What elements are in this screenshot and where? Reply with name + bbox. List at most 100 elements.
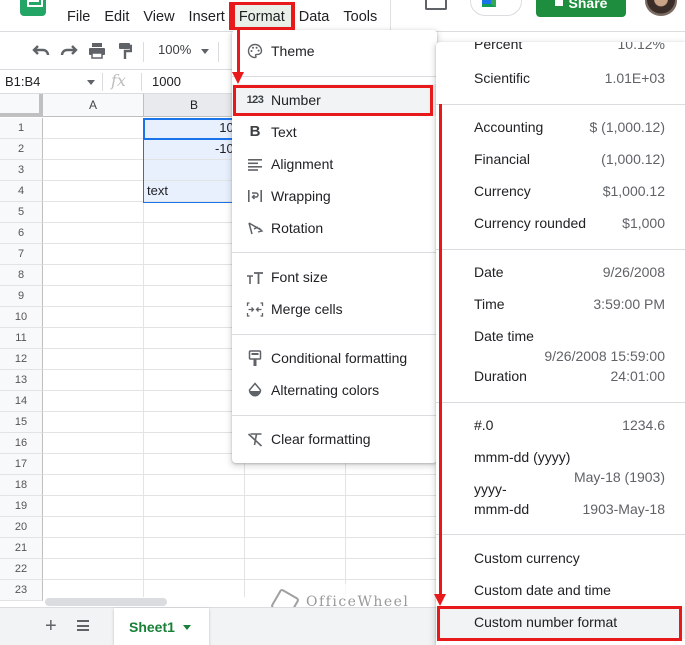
cell[interactable] — [43, 349, 144, 370]
cell[interactable] — [245, 517, 346, 538]
cell[interactable] — [144, 328, 245, 349]
menu-item-alignment[interactable]: Alignment — [232, 148, 437, 180]
cell[interactable] — [144, 349, 245, 370]
cell[interactable] — [43, 559, 144, 580]
all-sheets-list-icon[interactable] — [77, 620, 89, 631]
menu-item-date-time[interactable]: Date time 9/26/2008 15:59:00 — [436, 328, 685, 368]
menu-data[interactable]: Data — [292, 5, 337, 27]
paint-format-icon[interactable] — [118, 42, 132, 60]
print-icon[interactable] — [88, 42, 106, 60]
cell[interactable] — [43, 286, 144, 307]
formula-input[interactable]: 1000 — [152, 74, 181, 89]
menu-item-duration[interactable]: Duration 24:01:00 — [436, 368, 685, 388]
undo-icon[interactable] — [32, 44, 50, 58]
column-header-a[interactable]: A — [43, 94, 144, 117]
menu-item-time[interactable]: Time 3:59:00 PM — [436, 296, 685, 316]
cell[interactable] — [43, 538, 144, 559]
add-sheet-button[interactable]: + — [45, 615, 57, 638]
cell[interactable] — [43, 496, 144, 517]
menu-item-custom-decimal[interactable]: #.0 1234.6 — [436, 417, 685, 437]
cell[interactable] — [43, 160, 144, 181]
cell[interactable] — [144, 454, 245, 475]
cell[interactable] — [43, 223, 144, 244]
row-header[interactable]: 21 — [0, 538, 43, 559]
cell[interactable] — [144, 517, 245, 538]
cell[interactable] — [245, 475, 346, 496]
cell[interactable] — [144, 202, 245, 223]
sheet-tab[interactable]: Sheet1 — [114, 608, 209, 645]
comment-icon[interactable] — [425, 0, 447, 10]
cell[interactable] — [144, 559, 245, 580]
menu-item-yyyy-mmm-dd[interactable]: yyyy- mmm-dd 1903-May-18 — [436, 481, 685, 521]
row-header[interactable]: 5 — [0, 202, 43, 223]
cell[interactable] — [144, 223, 245, 244]
row-header[interactable]: 12 — [0, 349, 43, 370]
avatar[interactable] — [645, 0, 677, 16]
redo-icon[interactable] — [60, 44, 78, 58]
cell-b3[interactable] — [144, 160, 245, 181]
cell[interactable] — [43, 265, 144, 286]
chevron-down-icon[interactable] — [87, 80, 95, 85]
cell[interactable] — [43, 202, 144, 223]
row-header[interactable]: 15 — [0, 412, 43, 433]
menu-item-currency[interactable]: Currency $1,000.12 — [436, 183, 685, 203]
cell[interactable] — [346, 538, 447, 559]
menu-item-conditional-formatting[interactable]: Conditional formatting — [232, 342, 437, 374]
cell[interactable] — [144, 265, 245, 286]
cell[interactable] — [43, 475, 144, 496]
row-header[interactable]: 7 — [0, 244, 43, 265]
menu-item-wrapping[interactable]: Wrapping — [232, 180, 437, 212]
menu-item-theme[interactable]: Theme — [232, 35, 437, 67]
menu-file[interactable]: File — [60, 5, 97, 27]
row-header[interactable]: 23 — [0, 580, 43, 601]
cell[interactable] — [346, 559, 447, 580]
meet-button[interactable] — [470, 0, 522, 16]
row-header[interactable]: 13 — [0, 370, 43, 391]
cell[interactable] — [43, 454, 144, 475]
cell-b2[interactable]: -100 — [144, 139, 245, 160]
cell[interactable] — [144, 391, 245, 412]
column-header-b[interactable]: B — [144, 94, 245, 117]
menu-item-rotation[interactable]: Rotation — [232, 212, 437, 244]
cell[interactable] — [245, 559, 346, 580]
menu-item-font-size[interactable]: Font size — [232, 261, 437, 293]
row-header[interactable]: 8 — [0, 265, 43, 286]
row-header[interactable]: 16 — [0, 433, 43, 454]
menu-tools[interactable]: Tools — [336, 5, 384, 27]
select-all-corner[interactable] — [0, 94, 43, 117]
cell[interactable] — [43, 118, 144, 139]
menu-item-custom-currency[interactable]: Custom currency — [436, 550, 685, 570]
share-button[interactable]: Share — [536, 0, 626, 17]
menu-view[interactable]: View — [136, 5, 181, 27]
row-header[interactable]: 2 — [0, 139, 43, 160]
menu-item-date[interactable]: Date 9/26/2008 — [436, 264, 685, 284]
name-box[interactable]: B1:B4 — [5, 74, 40, 89]
chevron-down-icon[interactable] — [201, 49, 209, 54]
cell[interactable] — [43, 517, 144, 538]
cell[interactable] — [144, 412, 245, 433]
cell[interactable] — [144, 307, 245, 328]
cell[interactable] — [346, 517, 447, 538]
menu-item-accounting[interactable]: Accounting $ (1,000.12) — [436, 119, 685, 139]
menu-format[interactable]: Format — [228, 2, 295, 30]
row-header[interactable]: 20 — [0, 517, 43, 538]
row-header[interactable]: 11 — [0, 328, 43, 349]
cell[interactable] — [43, 307, 144, 328]
menu-item-scientific[interactable]: Scientific 1.01E+03 — [436, 70, 685, 90]
row-header[interactable]: 17 — [0, 454, 43, 475]
cell[interactable] — [43, 139, 144, 160]
cell[interactable] — [43, 328, 144, 349]
cell[interactable] — [144, 244, 245, 265]
cell[interactable] — [346, 496, 447, 517]
cell-b4[interactable]: text — [144, 181, 245, 202]
row-header[interactable]: 10 — [0, 307, 43, 328]
menu-item-custom-date-time[interactable]: Custom date and time — [436, 582, 685, 602]
menu-item-clear-formatting[interactable]: Clear formatting — [232, 423, 437, 455]
cell[interactable] — [245, 538, 346, 559]
cell[interactable] — [144, 286, 245, 307]
cell[interactable] — [144, 433, 245, 454]
menu-item-percent[interactable]: Percent 10.12% — [436, 42, 685, 56]
cell[interactable] — [43, 370, 144, 391]
menu-item-merge-cells[interactable]: Merge cells — [232, 293, 437, 325]
row-header[interactable]: 19 — [0, 496, 43, 517]
